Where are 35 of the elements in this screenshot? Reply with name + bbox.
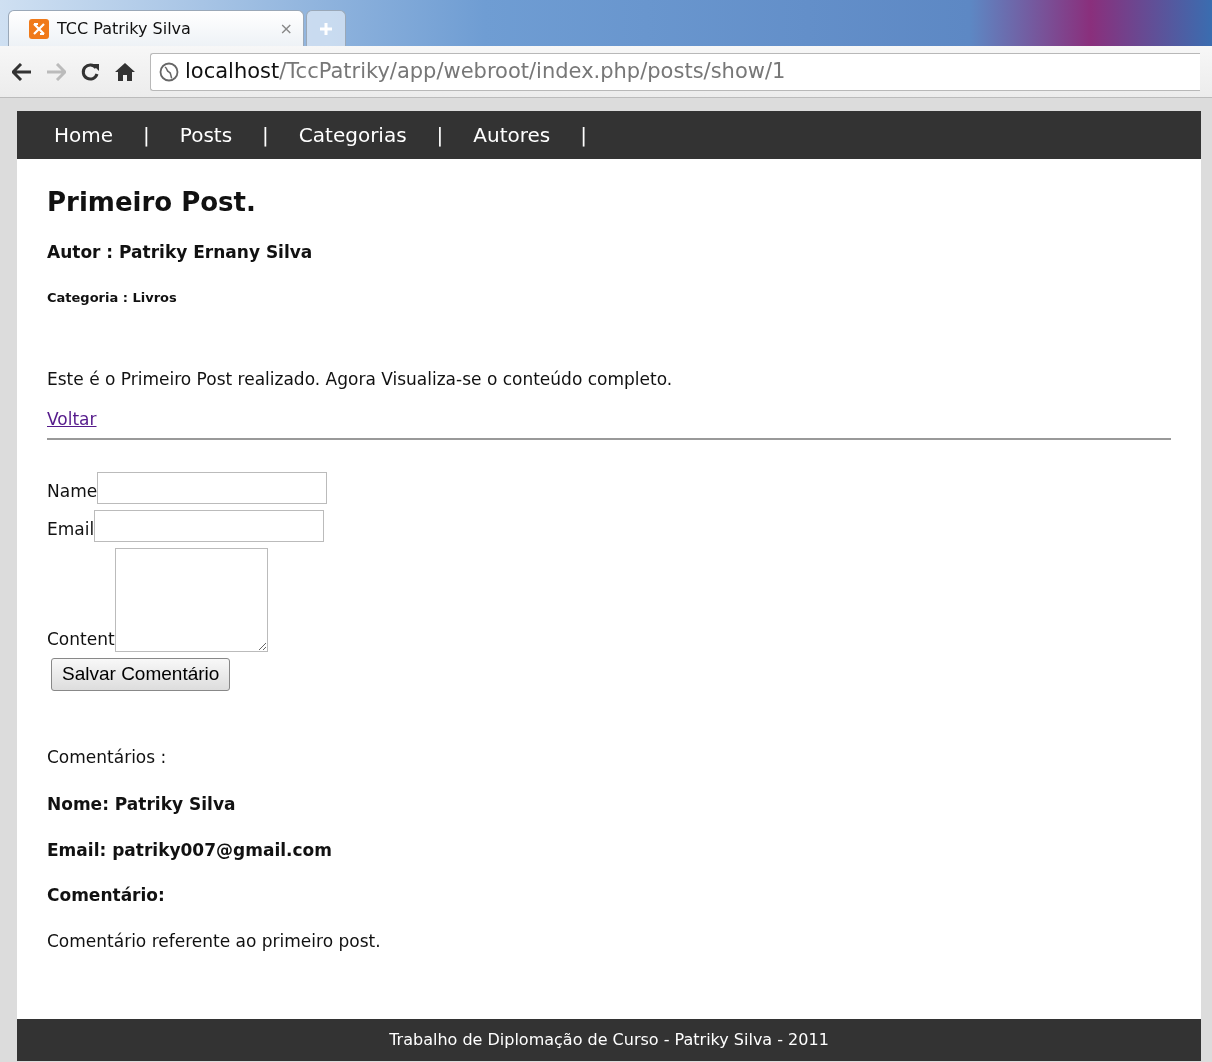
browser-tab[interactable] [306,10,346,46]
content-field[interactable] [114,548,268,653]
comments-heading: Comentários : [47,745,168,769]
new-tab-icon[interactable] [318,20,334,37]
nav-link[interactable]: Autores [473,120,551,150]
nav-separator: | [436,122,444,149]
save-button[interactable]: Salvar Comentário [51,658,231,691]
field-label: Email [47,517,95,541]
footer-text: Trabalho de Diplomação de Curso - Patriky Silva - 2011 [17,1019,1201,1061]
comment-label: Comentário: [47,884,166,908]
nav-separator: | [262,122,269,149]
address-field[interactable]: localhost/TccPatriky/app/webroot/index.php/posts/show/1 [150,52,1200,91]
back-icon[interactable] [12,62,32,81]
back-link[interactable]: Voltar [47,408,97,429]
post-author: Autor : Patriky Ernany Silva [47,241,314,265]
home-icon[interactable] [114,61,136,82]
nav-separator: | [580,122,588,149]
post-category: Categoria : Livros [47,288,178,307]
field-label: Content [47,627,115,651]
comment-name: Nome: Patriky Silva [47,793,237,817]
comment-text: Comentário referente ao primeiro post. [47,929,382,953]
post-body: Este é o Primeiro Post realizado. Agora Visualiza-se o conteúdo completo. [47,368,674,392]
forward-icon[interactable] [46,62,66,81]
nav-separator: | [143,122,150,149]
reload-icon[interactable] [80,61,100,82]
nav-link[interactable]: Posts [179,120,233,150]
post-title: Primeiro Post. [47,187,257,219]
field-label: Name [47,479,98,503]
app-logo-icon [29,18,49,39]
input-field[interactable] [97,472,328,505]
nav-link[interactable]: Home [54,120,114,150]
nav-link[interactable]: Categorias [298,120,407,150]
comment-email: Email: patriky007@gmail.com [47,838,333,862]
browser-tab[interactable]: TCC Patriky Silva × [8,10,304,46]
input-field[interactable] [94,510,325,543]
